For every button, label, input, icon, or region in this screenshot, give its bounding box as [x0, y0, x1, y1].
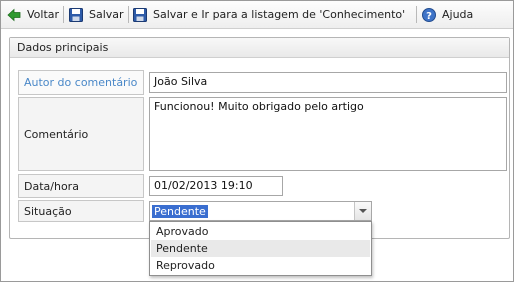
status-label-text: Situação [24, 204, 72, 218]
comment-label: Comentário [18, 97, 144, 171]
back-label: Voltar [27, 8, 60, 21]
status-dropdown-list: Aprovado Pendente Reprovado [149, 221, 372, 276]
floppy-disk-icon [132, 7, 148, 23]
author-label-text: Autor do comentário [24, 76, 138, 89]
toolbar-divider [416, 6, 417, 23]
author-label[interactable]: Autor do comentário [18, 70, 144, 95]
status-selected-value: Pendente [152, 205, 208, 218]
datetime-field[interactable]: 01/02/2013 19:10 [149, 176, 283, 196]
author-field[interactable]: João Silva [149, 72, 507, 93]
comment-value: Funcionou! Muito obrigado pelo artigo [154, 100, 364, 113]
datetime-label-text: Data/hora [24, 179, 79, 193]
chevron-down-icon [359, 209, 367, 213]
floppy-disk-icon [68, 7, 84, 23]
save-and-list-label: Salvar e Ir para a listagem de 'Conhecim… [153, 8, 406, 21]
toolbar: Voltar Salvar Salvar e Ir para a listage… [1, 1, 513, 29]
svg-text:?: ? [426, 11, 432, 22]
save-and-list-button[interactable]: Salvar e Ir para a listagem de 'Conhecim… [132, 6, 405, 23]
arrow-left-icon [6, 7, 22, 23]
back-button[interactable]: Voltar [6, 6, 59, 23]
save-button[interactable]: Salvar [68, 6, 124, 23]
comment-label-text: Comentário [24, 127, 89, 141]
status-option-aprovado[interactable]: Aprovado [151, 223, 370, 240]
toolbar-divider [63, 6, 64, 23]
datetime-value: 01/02/2013 19:10 [154, 179, 253, 192]
panel-header: Dados principais [10, 38, 509, 58]
help-label: Ajuda [442, 8, 474, 21]
help-button[interactable]: ? Ajuda [421, 6, 473, 23]
toolbar-divider [128, 6, 129, 23]
datetime-label: Data/hora [18, 174, 144, 198]
save-label: Salvar [89, 8, 124, 21]
window: Voltar Salvar Salvar e Ir para a listage… [0, 0, 514, 282]
status-option-pendente[interactable]: Pendente [151, 240, 370, 257]
dropdown-button[interactable] [354, 202, 371, 220]
panel-title: Dados principais [17, 41, 109, 54]
author-value: João Silva [154, 75, 208, 88]
comment-textarea[interactable]: Funcionou! Muito obrigado pelo artigo [149, 97, 507, 171]
help-icon: ? [421, 7, 437, 23]
status-select[interactable]: Pendente [149, 201, 372, 221]
status-label: Situação [18, 200, 144, 222]
status-option-reprovado[interactable]: Reprovado [151, 257, 370, 274]
